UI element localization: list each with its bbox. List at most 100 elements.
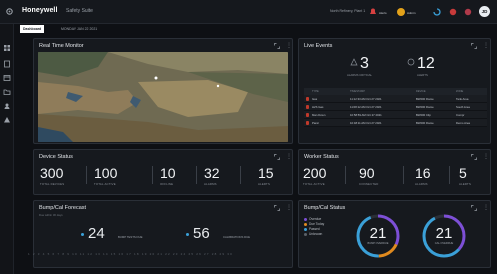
divider (403, 166, 404, 184)
refresh-icon[interactable] (432, 7, 442, 17)
panel-title: Bump/Cal Forecast (39, 205, 87, 211)
panel-title: Device Status (39, 154, 73, 160)
events-table: TYPE TIMESTAMP DEVICE ZONE Gas 11:12:33 … (304, 88, 487, 127)
more-icon[interactable]: ⋮ (483, 153, 489, 161)
world-map[interactable] (38, 52, 288, 142)
stat-alerts[interactable]: 15 ALERTS (258, 166, 274, 187)
event-time: 10:48:11 AM Oct 27 2021 (350, 121, 382, 125)
stat-value: 90 (359, 165, 375, 181)
more-icon[interactable]: ⋮ (286, 153, 292, 161)
stat-total-active[interactable]: 200 TOTAL ACTIVE (303, 165, 327, 187)
event-device: BW200 Flame (416, 121, 434, 125)
cal-due-value[interactable]: 56 (193, 225, 210, 242)
event-type: Panic (312, 121, 319, 125)
panel-subtitle: Due within 30 days (39, 213, 63, 217)
stat-label: ALERTS (459, 182, 472, 186)
more-icon[interactable]: ⋮ (286, 204, 292, 212)
col-timestamp[interactable]: TIMESTAMP (350, 88, 365, 95)
device-status-panel: Device Status ⋮ 300 TOTAL DEVICES 100 TOTA… (33, 149, 293, 195)
site-selector[interactable]: North Refinery, Plant 1 (330, 9, 365, 13)
event-zone: Compr (456, 113, 465, 117)
event-time: 10:58:59 AM Oct 27 2021 (350, 113, 382, 117)
cal-dot (186, 233, 189, 236)
expand-icon[interactable] (471, 154, 477, 160)
help-icon[interactable] (463, 7, 473, 17)
stat-value: 100 (94, 165, 118, 181)
day-timeline[interactable]: 1 2 3 4 5 6 7 8 9 10 11 12 13 14 15 16 1… (28, 252, 254, 256)
alert-icon (407, 58, 415, 66)
people-icon[interactable] (3, 102, 11, 110)
legend-swatch (304, 217, 307, 221)
stat-label: ALARMS (415, 182, 428, 186)
stat-label: TOTAL DEVICES (40, 182, 65, 186)
legend-label: Unknown (309, 232, 323, 236)
stat-total-devices[interactable]: 300 TOTAL DEVICES (40, 165, 65, 187)
realtime-monitor-panel: Real Time Monitor ⋮ (33, 38, 293, 144)
alerts-label: ALERTS (417, 73, 428, 77)
table-row[interactable]: H2S Gas 11:08:12 AM Oct 27 2021 BW200 Fl… (304, 103, 487, 111)
expand-icon[interactable] (471, 43, 477, 49)
user-warning-icon[interactable] (396, 7, 406, 17)
more-icon[interactable]: ⋮ (286, 42, 292, 50)
forecast-panel: Bump/Cal Forecast Due within 30 days ⋮ 2… (33, 200, 293, 268)
folder-icon[interactable] (3, 88, 11, 96)
stat-label: TOTAL ACTIVE (94, 182, 116, 186)
tab-bar: Dashboard MONDAY JAN 22 2021 (14, 24, 497, 34)
col-type[interactable]: TYPE (312, 88, 319, 95)
severity-marker (306, 97, 309, 101)
col-zone[interactable]: ZONE (456, 88, 463, 95)
expand-icon[interactable] (274, 205, 280, 211)
legend-label: Overdue (309, 217, 322, 221)
table-row[interactable]: Panic 10:48:11 AM Oct 27 2021 BW200 Flam… (304, 119, 487, 127)
col-device[interactable]: DEVICE (416, 88, 426, 95)
legend-unknown[interactable]: Unknown (304, 232, 324, 237)
bump-due-label: BUMP TESTS DUE (118, 235, 143, 239)
tab-dashboard[interactable]: Dashboard (20, 25, 45, 33)
stat-label: ALERTS (258, 182, 271, 186)
tab-date[interactable]: MONDAY JAN 22 2021 (58, 25, 100, 33)
divider (196, 166, 197, 184)
divider (449, 166, 450, 184)
cal-due-label: CALIBRATIONS DUE (223, 235, 250, 239)
avatar[interactable]: JD (479, 6, 490, 17)
more-icon[interactable]: ⋮ (483, 42, 489, 50)
calendar-icon[interactable] (3, 74, 11, 82)
stat-value: 32 (204, 165, 220, 181)
bump-dot (81, 233, 84, 236)
expand-icon[interactable] (471, 205, 477, 211)
table-row[interactable]: Man Down 10:58:59 AM Oct 27 2021 BW200 C… (304, 111, 487, 119)
expand-icon[interactable] (274, 154, 280, 160)
stat-alarms[interactable]: 32 ALARMS (204, 165, 220, 187)
legend-swatch (304, 232, 307, 236)
bump-due-value[interactable]: 24 (88, 225, 105, 242)
event-type: H2S Gas (312, 105, 324, 109)
stat-total-active[interactable]: 100 TOTAL ACTIVE (94, 165, 118, 187)
stat-value: 10 (160, 165, 176, 181)
top-bar: Honeywell Safety Suite North Refinery, P… (0, 0, 497, 24)
table-row[interactable]: Gas 11:12:33 AM Oct 27 2021 BW200 Flame … (304, 95, 487, 103)
bump-ring-label: BUMP OVERDUE (367, 242, 389, 245)
stat-connected[interactable]: 90 CONNECTED (359, 165, 379, 187)
stat-alerts[interactable]: 5 ALERTS (459, 166, 472, 187)
stat-alarms[interactable]: 16 ALARMS (415, 166, 431, 187)
stat-value: 200 (303, 165, 327, 181)
alerts-count: 12 (417, 55, 435, 72)
panel-title: Worker Status (304, 154, 339, 160)
grid-icon[interactable] (3, 44, 11, 52)
divider (240, 166, 241, 184)
legend-label: Passed (309, 227, 320, 231)
expand-icon[interactable] (274, 43, 280, 49)
divider (152, 166, 153, 184)
document-icon[interactable] (3, 60, 11, 68)
panel-title: Live Events (304, 43, 333, 49)
alarms-count: 3 (360, 55, 369, 72)
settings-icon[interactable] (448, 7, 458, 17)
alarm-bell-icon[interactable] (368, 7, 378, 17)
menu-icon[interactable] (5, 7, 14, 16)
user-icon[interactable] (3, 116, 11, 124)
more-icon[interactable]: ⋮ (483, 204, 489, 212)
worker-status-panel: Worker Status ⋮ 200 TOTAL ACTIVE 90 CONNEC… (298, 149, 491, 195)
stat-value: 300 (40, 165, 64, 181)
stat-offline[interactable]: 10 OFFLINE (160, 165, 176, 187)
severity-marker (306, 105, 309, 109)
